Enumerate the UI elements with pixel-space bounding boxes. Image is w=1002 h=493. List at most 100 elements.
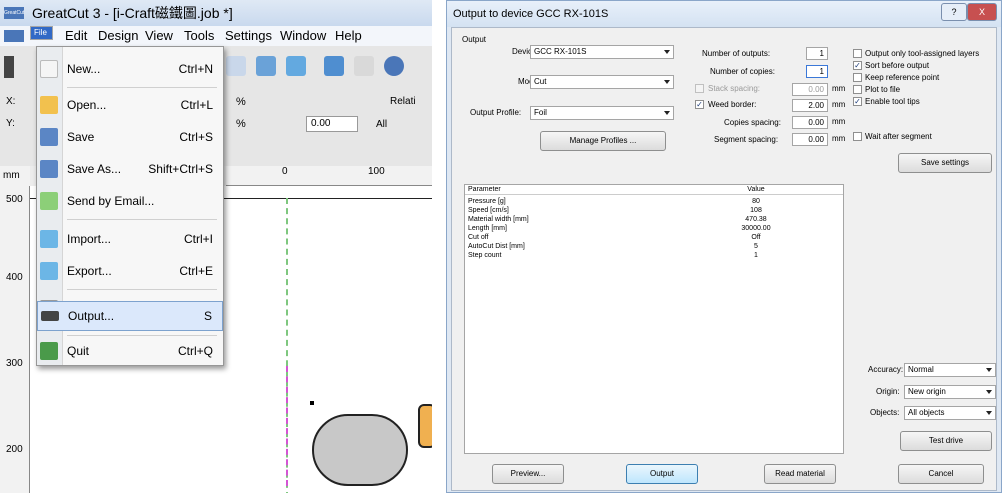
output-dialog: Output to device GCC RX-101S ? X Output …	[446, 0, 1002, 493]
menu-item-send-email[interactable]: Send by Email...	[37, 185, 223, 217]
save-settings-button[interactable]: Save settings	[898, 153, 992, 173]
menu-edit[interactable]: Edit	[60, 26, 92, 46]
tool-icon[interactable]	[226, 56, 246, 76]
table-row[interactable]: Step count 1	[465, 251, 843, 261]
selection-handle[interactable]	[310, 401, 314, 405]
relative-checkbox-label[interactable]: Relati	[390, 96, 416, 107]
menu-item-shortcut: Ctrl+I	[183, 232, 213, 246]
origin-select[interactable]: New origin	[904, 385, 996, 399]
wait-after-segment-label: Wait after segment	[865, 132, 932, 141]
menu-item-output[interactable]: Output... S	[37, 301, 223, 331]
wait-after-segment-checkbox[interactable]	[853, 132, 862, 141]
download-icon[interactable]	[256, 56, 276, 76]
device-select[interactable]: GCC RX-101S	[530, 45, 674, 59]
file-menu-dropdown: New... Ctrl+N Open... Ctrl+L Save Ctrl+S…	[36, 46, 224, 366]
close-button[interactable]: X	[967, 3, 997, 21]
y-label: Y:	[6, 118, 15, 129]
menu-tools[interactable]: Tools	[179, 26, 219, 46]
title-bar: GreatCut GreatCut 3 - [i-Craft磁鐵圖.job *]	[0, 0, 432, 26]
menu-item-label: Save As...	[67, 162, 122, 176]
ruler-label: 400	[6, 272, 23, 283]
save-disk-icon	[40, 128, 58, 146]
window-title: GreatCut 3 - [i-Craft磁鐵圖.job *]	[32, 5, 233, 21]
menu-item-shortcut: Ctrl+E	[179, 264, 213, 278]
menu-separator	[67, 289, 217, 290]
option-checkbox-tool-layers[interactable]	[853, 49, 862, 58]
plotter-icon[interactable]	[324, 56, 344, 76]
help-icon[interactable]	[384, 56, 404, 76]
refresh-icon[interactable]	[354, 56, 374, 76]
device-value: GCC RX-101S	[534, 47, 587, 56]
mode-select[interactable]: Cut	[530, 75, 674, 89]
menu-item-label: New...	[67, 62, 101, 76]
cheese-sticker-image[interactable]	[418, 404, 432, 448]
weed-border-checkbox[interactable]: ✓	[695, 100, 704, 109]
read-material-button[interactable]: Read material	[764, 464, 836, 484]
menu-help[interactable]: Help	[330, 26, 367, 46]
stack-spacing-label: Stack spacing:	[708, 84, 761, 93]
upload-icon[interactable]	[286, 56, 306, 76]
menu-item-quit[interactable]: Quit Ctrl+Q	[37, 335, 223, 367]
segment-spacing-input[interactable]: 0.00	[792, 133, 828, 146]
menu-window[interactable]: Window	[275, 26, 331, 46]
number-of-copies-input[interactable]: 1	[806, 65, 828, 78]
app-menu-icon[interactable]	[4, 30, 24, 42]
parameter-table: Parameter Value Pressure [g] 80 Speed [cm…	[464, 184, 844, 454]
number-of-outputs-input[interactable]: 1	[806, 47, 828, 60]
ruler-label: 500	[6, 194, 23, 205]
app-logo-icon: GreatCut	[4, 7, 24, 19]
origin-label: Origin:	[876, 387, 900, 396]
objects-select[interactable]: All objects	[904, 406, 996, 420]
menu-item-label: Send by Email...	[67, 194, 155, 208]
menu-item-save[interactable]: Save Ctrl+S	[37, 121, 223, 153]
weed-border-label: Weed border:	[708, 100, 757, 109]
all-checkbox-label[interactable]: All	[376, 119, 387, 130]
menu-item-new[interactable]: New... Ctrl+N	[37, 53, 223, 85]
menu-item-import[interactable]: Import... Ctrl+I	[37, 223, 223, 255]
option-label: Sort before output	[865, 61, 930, 70]
accuracy-select[interactable]: Normal	[904, 363, 996, 377]
output-button[interactable]: Output	[626, 464, 698, 484]
output-profile-select[interactable]: Foil	[530, 106, 674, 120]
menu-separator	[67, 219, 217, 220]
test-drive-button[interactable]: Test drive	[900, 431, 992, 451]
option-checkbox-tooltips[interactable]: ✓	[853, 97, 862, 106]
angle-input[interactable]: 0.00	[306, 116, 358, 132]
guide-line-magenta	[286, 366, 288, 486]
weed-border-input[interactable]: 2.00	[792, 99, 828, 112]
manage-profiles-button[interactable]: Manage Profiles ...	[540, 131, 666, 151]
mouse-sticker-image[interactable]	[312, 414, 408, 486]
copies-spacing-input[interactable]: 0.00	[792, 116, 828, 129]
option-checkbox-keep-ref[interactable]	[853, 73, 862, 82]
menu-item-export[interactable]: Export... Ctrl+E	[37, 255, 223, 287]
menu-item-label: Quit	[67, 344, 90, 358]
accuracy-value: Normal	[908, 365, 934, 374]
ruler-label: 0	[282, 166, 288, 177]
cancel-button[interactable]: Cancel	[898, 464, 984, 484]
ruler-label: 300	[6, 358, 23, 369]
help-button[interactable]: ?	[941, 3, 967, 21]
menu-item-shortcut: Ctrl+Q	[177, 344, 213, 358]
option-checkbox-plot-file[interactable]	[853, 85, 862, 94]
output-profile-value: Foil	[534, 108, 547, 117]
stack-spacing-input[interactable]: 0.00	[792, 83, 828, 96]
menu-settings[interactable]: Settings	[220, 26, 277, 46]
menu-item-save-as[interactable]: Save As... Shift+Ctrl+S	[37, 153, 223, 185]
chevron-down-icon	[664, 111, 670, 115]
objects-label: Objects:	[870, 408, 900, 417]
stack-spacing-checkbox[interactable]	[695, 84, 704, 93]
option-checkbox-sort[interactable]: ✓	[853, 61, 862, 70]
menu-file[interactable]: File	[30, 26, 53, 40]
segment-spacing-label: Segment spacing:	[714, 135, 779, 144]
menu-design[interactable]: Design	[93, 26, 143, 46]
menu-view[interactable]: View	[140, 26, 178, 46]
menu-item-shortcut: Shift+Ctrl+S	[148, 162, 213, 176]
new-document-icon	[40, 60, 58, 78]
option-label: Plot to file	[865, 85, 901, 94]
menu-item-open[interactable]: Open... Ctrl+L	[37, 89, 223, 121]
preview-button[interactable]: Preview...	[492, 464, 564, 484]
exit-icon	[40, 342, 58, 360]
ruler-unit: mm	[0, 166, 30, 186]
x-label: X:	[6, 96, 16, 107]
greatcut-window: GreatCut GreatCut 3 - [i-Craft磁鐵圖.job *]…	[0, 0, 432, 493]
